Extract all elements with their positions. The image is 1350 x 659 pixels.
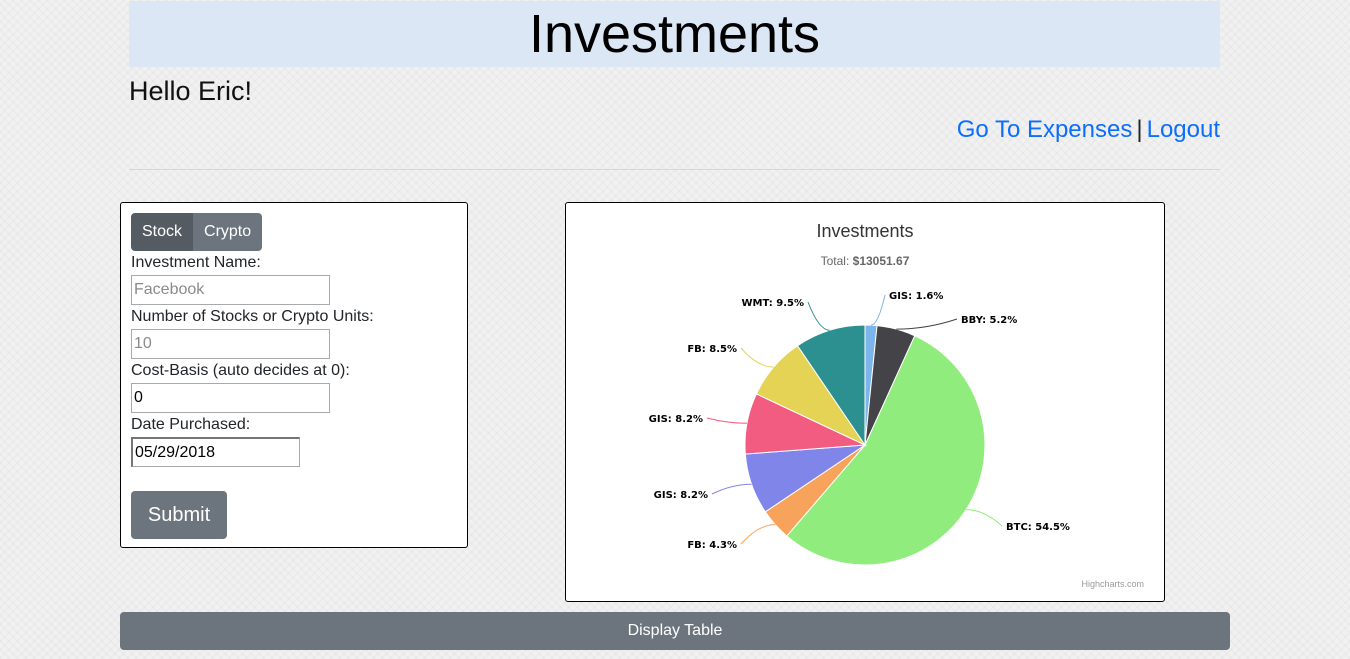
header-divider xyxy=(129,169,1220,170)
pie-data-label: GIS: 1.6% xyxy=(889,291,943,302)
pie-connector xyxy=(896,318,958,330)
pie-data-label: FB: 8.5% xyxy=(687,344,737,355)
submit-button[interactable]: Submit xyxy=(131,491,227,539)
investment-name-label: Investment Name: xyxy=(131,254,261,271)
pie-data-label: GIS: 8.2% xyxy=(649,414,703,425)
investment-form: Stock Crypto Investment Name: Number of … xyxy=(120,202,468,548)
greeting-text: Hello Eric! xyxy=(129,76,253,106)
crypto-toggle-button[interactable]: Crypto xyxy=(193,213,263,251)
chart-subtitle: Total: $13051.67 xyxy=(821,254,910,268)
pie-connector xyxy=(966,509,1003,527)
cost-basis-input[interactable] xyxy=(131,383,330,413)
units-input[interactable] xyxy=(131,329,330,359)
pie-connector xyxy=(740,524,776,545)
chart-credits[interactable]: Highcharts.com xyxy=(1081,579,1144,589)
pie-chart-svg: Investments Total: $13051.67 GIS: 1.6% BB… xyxy=(649,221,1144,589)
date-purchased-input[interactable]: 05/29/2018 xyxy=(131,437,300,467)
chart-subtitle-total: $13051.67 xyxy=(853,254,910,268)
go-to-expenses-link[interactable]: Go To Expenses xyxy=(957,116,1133,143)
chart-subtitle-prefix: Total: xyxy=(821,254,853,268)
nav-links: Go To Expenses | Logout xyxy=(957,116,1220,144)
investment-type-toggle: Stock Crypto xyxy=(131,213,263,251)
pie-connector xyxy=(807,301,830,331)
pie-data-label: GIS: 8.2% xyxy=(654,490,708,501)
pie-data-label: BBY: 5.2% xyxy=(961,315,1017,326)
investments-chart: Investments Total: $13051.67 GIS: 1.6% BB… xyxy=(565,202,1165,602)
pie-data-label: BTC: 54.5% xyxy=(1006,522,1070,533)
pie-connector xyxy=(740,347,774,368)
logout-link[interactable]: Logout xyxy=(1147,116,1220,143)
header-bar: Investments xyxy=(129,1,1220,67)
pie-data-label: WMT: 9.5% xyxy=(742,298,804,309)
investment-name-input[interactable] xyxy=(131,275,330,305)
page-title: Investments xyxy=(528,4,821,64)
date-purchased-label: Date Purchased: xyxy=(131,416,251,433)
cost-basis-label: Cost-Basis (auto decides at 0): xyxy=(131,362,350,379)
pie-data-label: FB: 4.3% xyxy=(687,540,737,551)
stock-toggle-button[interactable]: Stock xyxy=(131,213,194,251)
pie-connector xyxy=(711,483,752,495)
chart-title: Investments xyxy=(816,221,913,241)
nav-separator: | xyxy=(1136,116,1143,143)
display-table-button[interactable]: Display Table xyxy=(120,612,1230,650)
pie-connector xyxy=(870,294,886,326)
pie-connector xyxy=(706,417,747,424)
units-label: Number of Stocks or Crypto Units: xyxy=(131,308,374,325)
